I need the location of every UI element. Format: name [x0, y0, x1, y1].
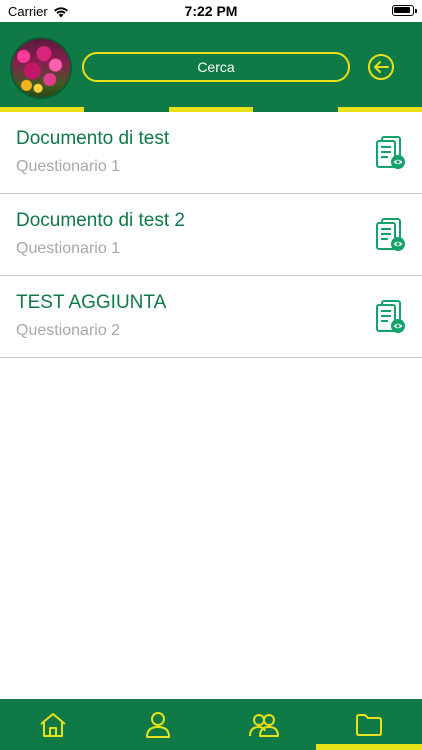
folder-icon — [356, 713, 383, 736]
search-button[interactable]: Cerca — [82, 52, 350, 82]
users-icon — [248, 713, 279, 737]
document-subtitle: Questionario 1 — [16, 158, 121, 175]
list-item[interactable]: Documento di test Questionario 1 — [0, 112, 422, 194]
document-title: TEST AGGIUNTA — [16, 292, 167, 313]
list-item[interactable]: Documento di test 2 Questionario 1 — [0, 194, 422, 276]
tab-documents[interactable] — [317, 699, 422, 750]
home-icon — [40, 712, 66, 737]
document-view-icon[interactable] — [376, 300, 406, 334]
document-view-icon[interactable] — [376, 218, 406, 252]
tab-profile[interactable] — [106, 699, 212, 750]
tab-groups[interactable] — [211, 699, 317, 750]
document-list: Documento di test Questionario 1 Documen… — [0, 112, 422, 358]
document-title: Documento di test 2 — [16, 210, 185, 231]
document-subtitle: Questionario 2 — [16, 322, 121, 339]
tab-home[interactable] — [0, 699, 106, 750]
app-header: Cerca — [0, 22, 422, 112]
document-title: Documento di test — [16, 128, 170, 149]
clock: 7:22 PM — [184, 3, 238, 19]
bottom-tab-bar — [0, 699, 422, 750]
status-bar: Carrier 7:22 PM — [0, 0, 422, 22]
document-view-icon[interactable] — [376, 136, 406, 170]
document-subtitle: Questionario 1 — [16, 240, 121, 257]
battery-icon — [392, 5, 417, 16]
profile-avatar[interactable] — [10, 37, 72, 99]
logout-button[interactable] — [367, 53, 395, 81]
active-tab-indicator — [316, 744, 422, 750]
logout-arrow-icon — [368, 54, 394, 80]
list-item[interactable]: TEST AGGIUNTA Questionario 2 — [0, 276, 422, 358]
user-icon — [146, 711, 171, 738]
